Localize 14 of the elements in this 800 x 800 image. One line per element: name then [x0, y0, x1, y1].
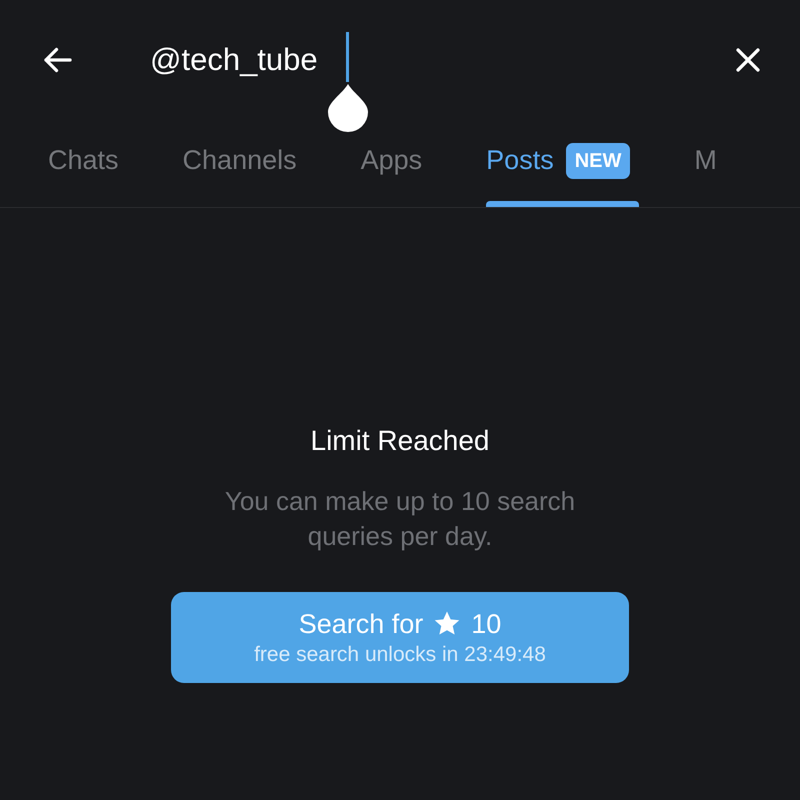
tab[interactable]: M — [694, 120, 717, 207]
tab[interactable]: Apps — [360, 120, 422, 207]
button-label: Search for — [298, 608, 424, 640]
tab[interactable]: Chats — [48, 120, 119, 207]
search-for-stars-button[interactable]: Search for 10 free search unlocks in 23:49:48 — [171, 592, 629, 683]
limit-message: You can make up to 10 search queries per day. — [224, 485, 576, 553]
unlock-countdown: free search unlocks in 23:49:48 — [254, 642, 546, 668]
text-cursor-handle-icon — [326, 32, 370, 132]
tab[interactable]: Channels — [182, 120, 297, 207]
search-field[interactable]: @tech_tube — [150, 35, 650, 85]
star-amount: 10 — [471, 608, 502, 640]
tab[interactable]: Posts NEW — [486, 120, 630, 207]
new-badge: NEW — [566, 142, 630, 178]
limit-title: Limit Reached — [310, 424, 490, 458]
